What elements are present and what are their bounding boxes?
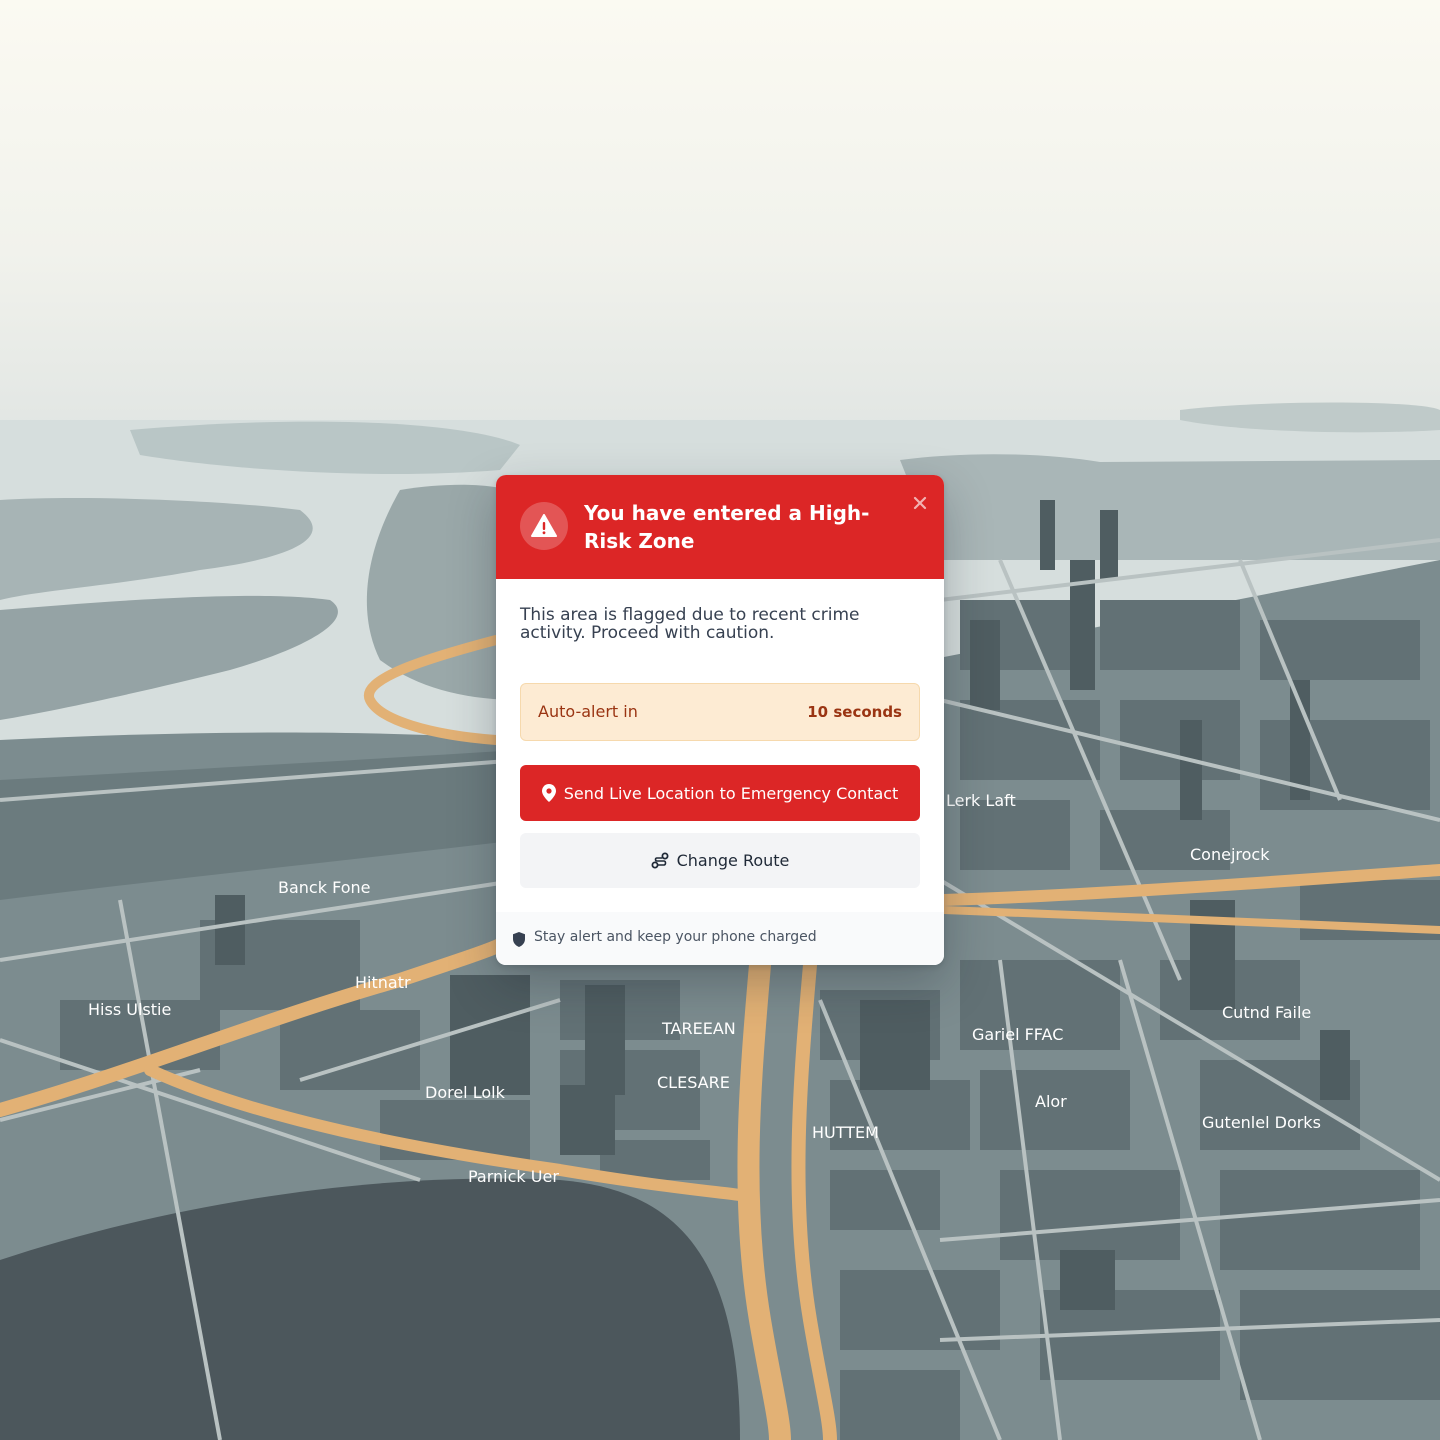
map-label: Dorel Lolk (425, 1083, 506, 1102)
map-label: Conejrock (1190, 845, 1270, 864)
warning-triangle-icon (520, 502, 568, 550)
map-label: TAREEAN (661, 1019, 736, 1038)
shield-icon (513, 932, 525, 947)
footer-tip: Stay alert and keep your phone charged (534, 929, 817, 945)
map-label: Cutnd Faile (1222, 1003, 1311, 1022)
alert-title: You have entered a High-Risk Zone (584, 501, 870, 553)
map-label: HUTTEM (812, 1123, 879, 1142)
map-label: Gutenlel Dorks (1202, 1113, 1321, 1132)
countdown-value: 10 seconds (807, 703, 902, 721)
land-north-east (900, 454, 1440, 560)
close-button[interactable] (908, 491, 932, 515)
map-label: CLESARE (657, 1073, 730, 1092)
map-label: Alor (1035, 1092, 1067, 1111)
map-label: Hiss Ulstie (88, 1000, 171, 1019)
close-icon (913, 496, 927, 510)
map-label: Parnick Uer (468, 1167, 559, 1186)
location-pin-icon (541, 784, 556, 802)
send-live-location-label: Send Live Location to Emergency Contact (563, 783, 899, 803)
change-route-button[interactable]: Change Route (520, 833, 920, 888)
route-icon (651, 852, 669, 868)
countdown-label: Auto-alert in (538, 702, 638, 721)
map-label: Hitnatr (355, 973, 411, 992)
send-live-location-button[interactable]: Send Live Location to Emergency Contact (520, 765, 920, 821)
sky-haze (0, 0, 1440, 460)
map-label: Gariel FFAC (972, 1025, 1063, 1044)
auto-alert-countdown: Auto-alert in 10 seconds (520, 683, 920, 741)
map-label: Lerk Laft (946, 791, 1016, 810)
change-route-label: Change Route (676, 851, 790, 870)
alert-message: This area is flagged due to recent crime… (520, 605, 860, 643)
alert-header: You have entered a High-Risk Zone (496, 475, 944, 579)
high-risk-alert-dialog: You have entered a High-Risk Zone This a… (496, 475, 944, 965)
map-label: Banck Fone (278, 878, 370, 897)
alert-footer: Stay alert and keep your phone charged (496, 912, 944, 965)
